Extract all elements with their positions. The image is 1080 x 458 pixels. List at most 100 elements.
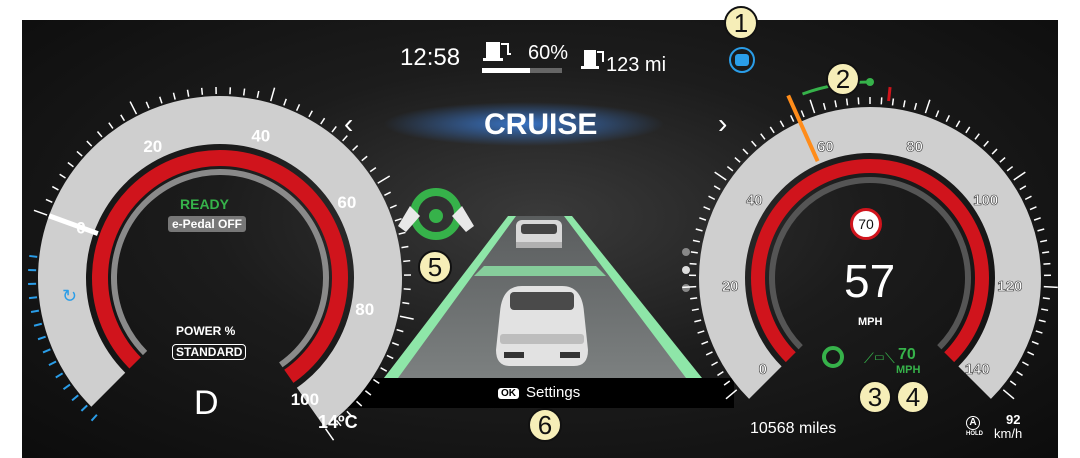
settings-label[interactable]: Settings [526,384,580,401]
speedo-tick-label: 40 [746,192,763,209]
callout-2: 2 [826,62,860,96]
speedo-tick [760,133,766,140]
speedo-tick [1027,351,1035,356]
lane-keep-icon: ⟋▭⟍ [864,350,895,366]
speedo-tick [1013,171,1026,181]
speedo-tick [1031,340,1039,345]
speedo-tick [769,126,775,134]
callout-5: 5 [418,250,452,284]
speedo-tick [695,228,703,232]
mode-prev-arrow[interactable]: ‹ [344,108,353,140]
auto-hold-sub: HOLD [966,431,983,437]
speedo-tick [699,217,707,221]
speedo-tick-label: 100 [973,192,998,209]
speedo-tick-label: 60 [817,138,834,155]
speedo-tick [789,114,795,122]
speedo-tick [1043,262,1051,265]
speedo-tick-label: 80 [906,138,923,155]
ready-label: READY [180,196,230,212]
odometer: 10568 miles [750,420,837,437]
speedo-tick [891,98,895,106]
callout-4: 4 [896,380,930,414]
speedo-tick [1042,297,1050,300]
callout-1: 1 [724,6,758,40]
speedo-tick [913,102,918,111]
callout-3: 3 [858,380,892,414]
speedo-tick [691,308,699,312]
speedo-tick [1038,319,1046,323]
speedo-tick [717,371,724,377]
current-speed: 57 [844,255,896,307]
speed-limit-tick [887,86,892,102]
speedo-tick-label: 20 [722,278,739,295]
speedo-tick [809,99,816,114]
speedo-tick [779,120,785,128]
speedo-tick [742,148,749,155]
speedo-tick [689,262,697,265]
epedal-label: e-Pedal OFF [168,216,247,232]
speedo-tick [725,389,738,400]
speedo-tick [682,285,697,289]
speedo-tick [703,206,711,211]
speedo-tick [1041,308,1049,312]
speedo-tick [945,114,951,122]
speedo-tick [690,251,698,254]
auto-hold-letter: A [966,416,980,430]
speedo-tick [845,98,849,106]
speedo-tick [1043,285,1058,289]
mode-title: CRUISE [484,108,598,141]
callout-6: 6 [528,408,562,442]
speedo-tick-label: 140 [965,361,990,378]
speedo-tick [1029,206,1037,211]
speedo-tick [734,156,741,163]
speedo-tick [1022,361,1029,367]
speedo-tick [713,185,721,191]
auto-hold-icon: A HOLD [966,416,983,438]
speedo-tick-label: 120 [997,278,1022,295]
speedo-tick [1035,330,1043,334]
speed-unit: MPH [858,316,883,328]
speedo-tick [1042,251,1050,254]
regen-icon: ↻ [62,286,78,306]
clock: 12:58 [400,44,461,71]
speedo-tick [983,140,989,147]
ok-badge: OK [498,388,519,399]
speedo-tick [974,133,980,140]
drive-mode-badge: STANDARD [172,344,247,360]
speed-limit-value: 70 [858,216,874,232]
speedo-tick [690,297,698,300]
speedo-tick [822,102,827,111]
speedo-tick [714,171,727,181]
speedo-tick [697,330,705,334]
speed-limit-sign: 70 [850,208,882,240]
speedo-tick [955,120,961,128]
speedo-tick-label: 0 [759,361,767,378]
speedo-tick [999,156,1006,163]
speedo-tick [701,340,709,345]
speedo-tick [694,319,702,323]
speedo-tick [1037,228,1045,232]
speedo-tick [723,380,731,386]
speedo-tick [708,195,716,201]
speedo-tick [751,140,757,147]
speedo-tick [1006,165,1014,172]
speedo-tick [726,165,734,172]
mode-next-arrow[interactable]: › [718,108,727,140]
speedo-tick [705,351,713,356]
speedo-tick [1040,239,1048,243]
assist-steering-small-icon [822,346,844,368]
battery-percent: 60% [528,42,569,64]
speedo-tick [924,99,931,114]
dashboard-screenshot: 020406080100 020406080100120140 12:58 60… [0,0,1080,458]
speedo-tick [1019,185,1027,191]
outside-temperature: 14ºC [318,412,358,432]
speedo-tick [1033,217,1041,221]
speedo-tick [1009,380,1017,386]
gear-indicator: D [194,384,219,422]
speedo-tick [692,239,700,243]
speedo-tick [800,110,805,118]
range-text: 123 mi [606,54,667,76]
speedo-tick [991,148,998,155]
speedo-tick [834,100,838,108]
speedo-tick [1024,195,1032,201]
